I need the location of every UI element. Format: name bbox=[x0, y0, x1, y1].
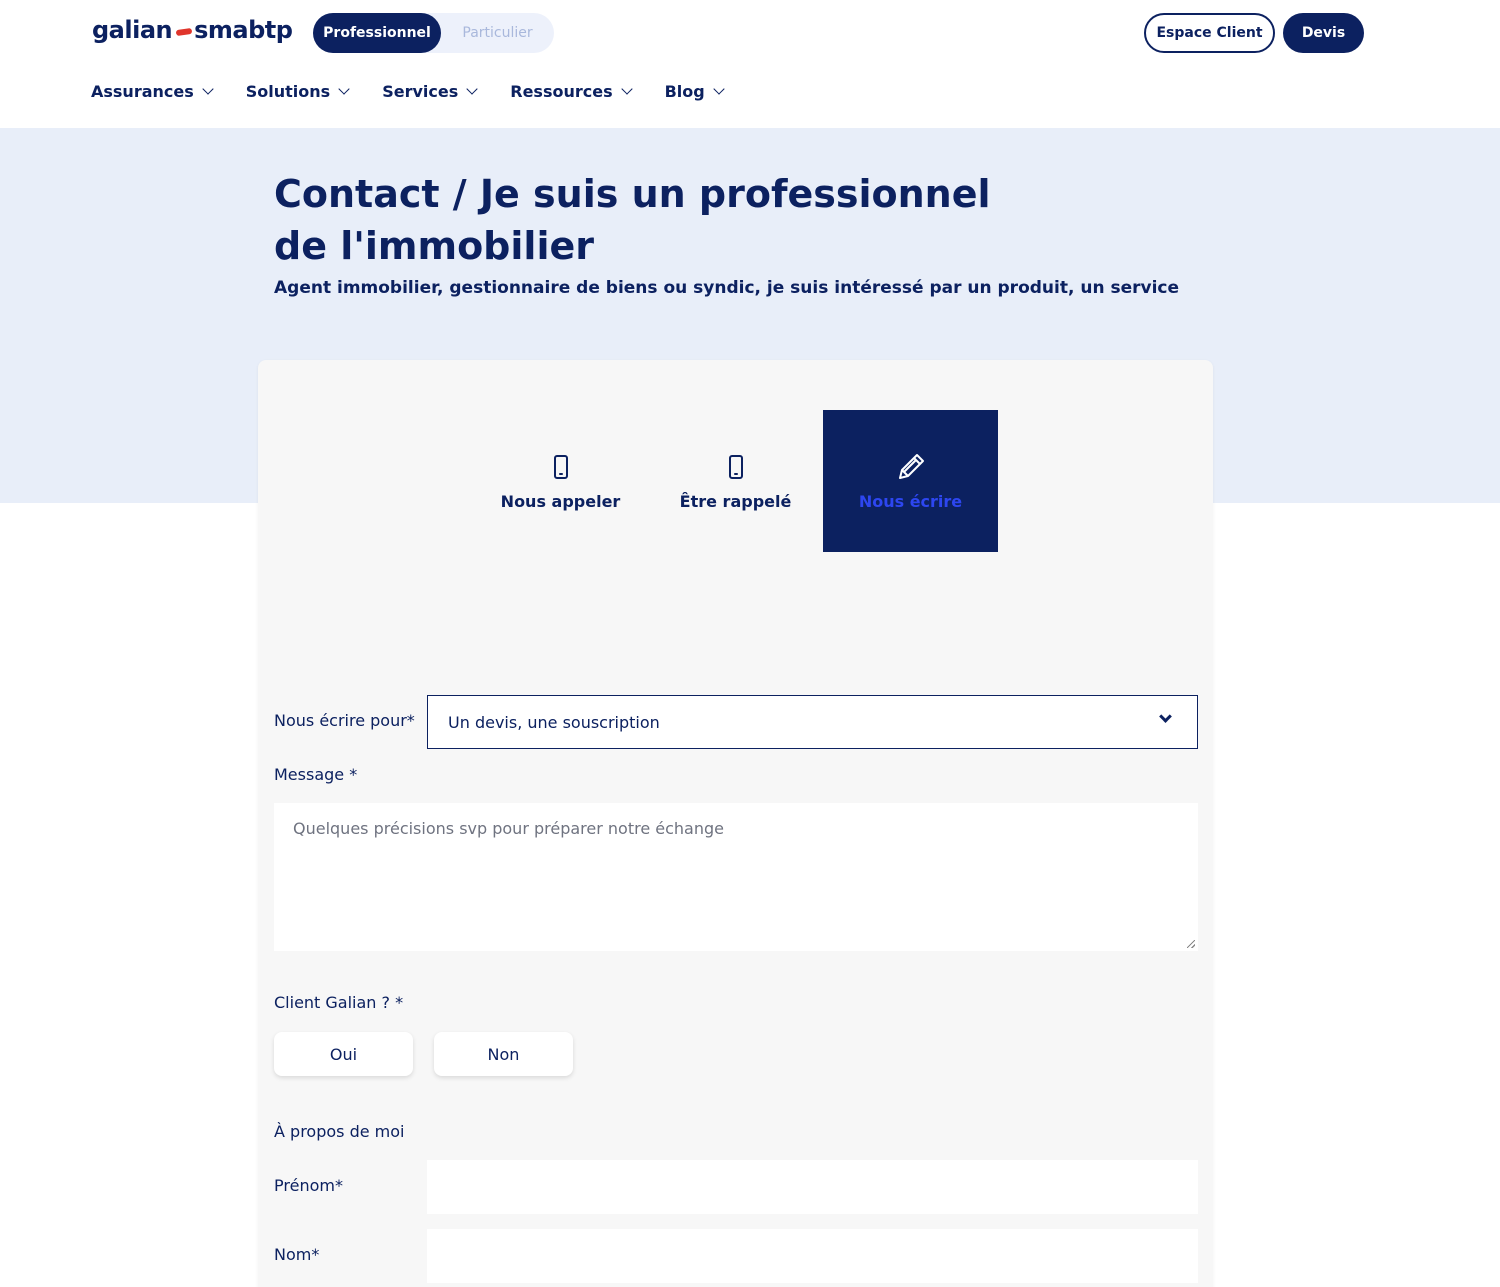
chevron-down-icon bbox=[202, 83, 214, 95]
professionnel-toggle[interactable]: Professionnel bbox=[313, 13, 441, 53]
phone-icon bbox=[553, 452, 568, 482]
nav-ressources-label: Ressources bbox=[510, 82, 613, 101]
chevron-down-icon bbox=[1159, 710, 1172, 723]
nav-assurances[interactable]: Assurances bbox=[91, 82, 214, 101]
lastname-label: Nom* bbox=[274, 1245, 320, 1264]
tab-etre-rappele-label: Être rappelé bbox=[679, 491, 792, 511]
pencil-icon bbox=[894, 452, 928, 482]
nav-assurances-label: Assurances bbox=[91, 82, 194, 101]
tab-nous-ecrire-label: Nous écrire bbox=[858, 491, 963, 511]
logo-dash-icon bbox=[175, 27, 193, 37]
tab-nous-ecrire[interactable]: Nous écrire bbox=[823, 410, 998, 552]
site-header: galian smabtp Professionnel Particulier … bbox=[0, 0, 1500, 128]
client-non-button[interactable]: Non bbox=[434, 1032, 573, 1076]
tab-etre-rappele[interactable]: Être rappelé bbox=[648, 410, 823, 552]
purpose-select-value: Un devis, une souscription bbox=[448, 712, 660, 732]
chevron-down-icon bbox=[338, 83, 350, 95]
nav-ressources[interactable]: Ressources bbox=[510, 82, 633, 101]
logo-galian: galian bbox=[92, 16, 173, 44]
client-oui-button[interactable]: Oui bbox=[274, 1032, 413, 1076]
phone-icon bbox=[728, 452, 743, 482]
lastname-input[interactable] bbox=[427, 1229, 1198, 1283]
chevron-down-icon bbox=[620, 83, 633, 95]
page-subtitle: Agent immobilier, gestionnaire de biens … bbox=[274, 278, 1180, 298]
nav-blog-label: Blog bbox=[664, 82, 705, 101]
audience-switch: Professionnel Particulier bbox=[313, 13, 554, 53]
logo-smabtp: smabtp bbox=[194, 16, 293, 44]
purpose-select[interactable]: Un devis, une souscription bbox=[427, 695, 1198, 749]
page-title: Contact / Je suis un professionnel de l'… bbox=[274, 172, 991, 268]
firstname-label: Prénom* bbox=[274, 1176, 343, 1195]
message-placeholder: Quelques précisions svp pour préparer no… bbox=[293, 819, 724, 838]
purpose-label: Nous écrire pour* bbox=[274, 711, 415, 730]
chevron-down-icon bbox=[466, 83, 478, 95]
galian-smabtp-logo[interactable]: galian smabtp bbox=[92, 16, 293, 44]
about-me-heading: À propos de moi bbox=[274, 1122, 405, 1141]
nav-services-label: Services bbox=[382, 82, 459, 101]
nav-blog[interactable]: Blog bbox=[664, 82, 725, 101]
particulier-toggle[interactable]: Particulier bbox=[441, 13, 554, 53]
resize-handle-icon[interactable] bbox=[1187, 940, 1195, 948]
message-textarea[interactable]: Quelques précisions svp pour préparer no… bbox=[274, 803, 1198, 951]
nav-solutions[interactable]: Solutions bbox=[245, 82, 350, 101]
main-nav: Assurances Solutions Services Ressources… bbox=[91, 82, 757, 101]
nav-services[interactable]: Services bbox=[382, 82, 478, 101]
tab-nous-appeler-label: Nous appeler bbox=[500, 491, 621, 511]
nav-solutions-label: Solutions bbox=[245, 82, 331, 101]
devis-button[interactable]: Devis bbox=[1283, 13, 1364, 53]
chevron-down-icon bbox=[713, 83, 725, 95]
espace-client-button[interactable]: Espace Client bbox=[1144, 13, 1275, 53]
message-label: Message * bbox=[274, 765, 358, 784]
client-galian-label: Client Galian ? * bbox=[274, 993, 404, 1012]
tab-nous-appeler[interactable]: Nous appeler bbox=[473, 410, 648, 552]
firstname-input[interactable] bbox=[427, 1160, 1198, 1214]
